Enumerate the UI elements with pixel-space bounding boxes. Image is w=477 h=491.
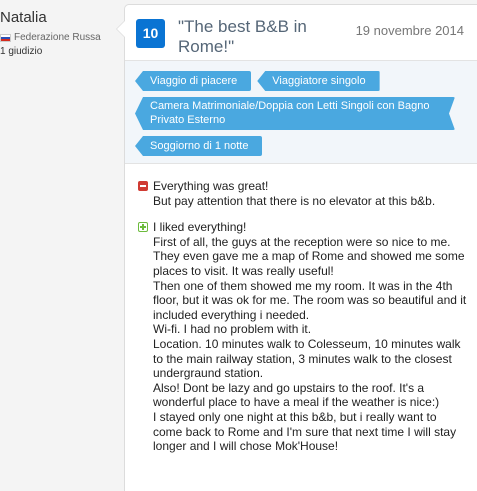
review-header: 10 "The best B&B in Rome!" 19 novembre 2… [125,5,477,61]
tag-row: Viaggio di piacere Viaggiatore singolo [135,71,467,91]
reviewer-country-label: Federazione Russa [14,32,101,43]
review-date: 19 novembre 2014 [355,23,464,38]
russia-flag-icon [0,33,11,42]
positive-text: I liked everything! First of all, the gu… [153,220,467,454]
positive-line: Then one of them showed me my room. It w… [153,278,467,322]
positive-line: Location. 10 minutes walk to Colesseum, … [153,336,461,381]
score-badge: 10 [136,19,165,48]
negative-section: Everything was great! But pay attention … [138,179,467,208]
tag-row: Camera Matrimoniale/Doppia con Letti Sin… [135,97,467,130]
reviewer-info: Natalia Federazione Russa 1 giudizio [0,8,118,57]
tag-trip-type: Viaggio di piacere [135,71,252,91]
negative-line: Everything was great! [153,179,269,193]
positive-section: I liked everything! First of all, the gu… [138,220,467,454]
tag-room-type: Camera Matrimoniale/Doppia con Letti Sin… [135,97,455,130]
minus-icon [138,181,148,191]
plus-icon [138,222,148,233]
review-card: 10 "The best B&B in Rome!" 19 novembre 2… [117,4,477,491]
tag-row: Soggiorno di 1 notte [135,136,467,156]
positive-line: Also! Dont be lazy and go upstairs to th… [153,380,440,410]
positive-line: Wi-fi. I had no problem with it. [153,322,312,337]
reviewer-country: Federazione Russa [0,32,118,43]
negative-text: Everything was great! But pay attention … [153,179,467,208]
positive-line: I liked everything! [153,220,247,235]
reviewer-name[interactable]: Natalia [0,8,118,28]
tag-stay-length: Soggiorno di 1 notte [135,136,263,156]
review-page: Natalia Federazione Russa 1 giudizio 10 … [0,0,477,491]
review-title: "The best B&B in Rome!" [178,17,307,56]
positive-line: First of all, the guys at the reception … [153,234,465,278]
review-body: Everything was great! But pay attention … [125,164,477,454]
negative-line: But pay attention that there is no eleva… [153,193,436,208]
card-pointer-inner [117,21,125,37]
reviewer-review-count: 1 giudizio [0,46,43,57]
review-tags: Viaggio di piacere Viaggiatore singolo C… [125,61,477,164]
positive-line: I stayed only one night at this b&b, but… [153,409,457,454]
tag-traveler-type: Viaggiatore singolo [257,71,380,91]
